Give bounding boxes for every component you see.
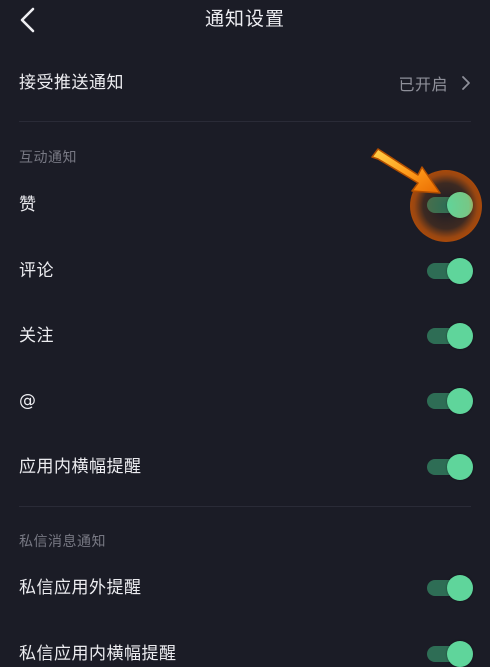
toggle-comment[interactable] bbox=[427, 258, 473, 284]
navigation-bar: 通知设置 bbox=[0, 0, 490, 40]
toggle-knob bbox=[447, 258, 473, 284]
toggle-knob bbox=[447, 323, 473, 349]
section-header-interaction: 互动通知 bbox=[19, 150, 77, 166]
page-title: 通知设置 bbox=[204, 8, 285, 30]
toggle-knob bbox=[447, 641, 473, 667]
toggle-mention[interactable] bbox=[427, 388, 473, 414]
setting-row-dm-outside-app: 私信应用外提醒 bbox=[0, 566, 490, 610]
toggle-knob bbox=[447, 575, 473, 601]
chevron-right-icon bbox=[460, 75, 472, 91]
setting-row-follow: 关注 bbox=[0, 314, 490, 358]
toggle-knob bbox=[447, 192, 473, 218]
push-notification-row[interactable]: 接受推送通知 已开启 bbox=[0, 61, 490, 105]
toggle-dm-in-app-banner[interactable] bbox=[427, 641, 473, 667]
setting-row-mention: @ bbox=[0, 379, 490, 423]
push-notification-label: 接受推送通知 bbox=[19, 73, 124, 93]
toggle-knob bbox=[447, 388, 473, 414]
divider bbox=[19, 506, 471, 507]
setting-label-dm-in-app-banner: 私信应用内横幅提醒 bbox=[19, 644, 177, 664]
toggle-in-app-banner[interactable] bbox=[427, 454, 473, 480]
setting-label-mention: @ bbox=[19, 391, 37, 411]
setting-row-dm-in-app-banner: 私信应用内横幅提醒 bbox=[0, 632, 490, 667]
push-notification-status: 已开启 bbox=[398, 75, 448, 94]
setting-label-in-app-banner: 应用内横幅提醒 bbox=[19, 457, 142, 477]
setting-label-like: 赞 bbox=[19, 195, 37, 215]
toggle-dm-outside-app[interactable] bbox=[427, 575, 473, 601]
toggle-follow[interactable] bbox=[427, 323, 473, 349]
setting-row-like: 赞 bbox=[0, 183, 490, 227]
setting-label-follow: 关注 bbox=[19, 326, 54, 346]
setting-label-dm-outside-app: 私信应用外提醒 bbox=[19, 578, 142, 598]
setting-row-comment: 评论 bbox=[0, 249, 490, 293]
setting-label-comment: 评论 bbox=[19, 261, 54, 281]
toggle-like[interactable] bbox=[427, 192, 473, 218]
divider bbox=[19, 121, 471, 122]
notification-settings-screen: 通知设置 接受推送通知 已开启 互动通知 赞 评论 关注 @ 应用内横幅提醒 私… bbox=[0, 0, 490, 667]
setting-row-in-app-banner: 应用内横幅提醒 bbox=[0, 445, 490, 489]
toggle-knob bbox=[447, 454, 473, 480]
section-header-private-message: 私信消息通知 bbox=[19, 534, 106, 550]
